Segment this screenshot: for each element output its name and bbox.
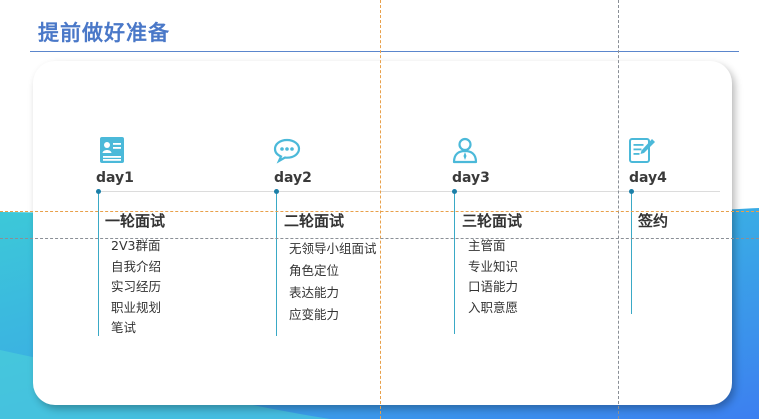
day3-line [454, 192, 455, 334]
id-card-icon [100, 137, 124, 163]
day1-dot [96, 189, 101, 194]
sign-document-icon [629, 138, 655, 163]
day3-stage-title: 三轮面试 [462, 212, 523, 230]
day3-dot [452, 189, 457, 194]
list-item: 无领导小组面试 [289, 241, 377, 256]
day1-line [98, 192, 99, 336]
day2-task-list: 无领导小组面试 角色定位 表达能力 应变能力 [289, 238, 377, 326]
list-item: 职业规划 [111, 299, 162, 315]
person-icon [452, 137, 478, 164]
day4-label: day4 [629, 170, 667, 186]
list-item: 笔试 [111, 320, 137, 335]
day1-stage-title: 一轮面试 [105, 212, 166, 230]
list-item: 表达能力 [289, 285, 340, 300]
day4-line [631, 192, 632, 314]
list-item: 入职意愿 [468, 299, 519, 315]
list-item: 角色定位 [289, 263, 340, 278]
timeline-rule [96, 191, 720, 192]
day3-task-list: 主管面 专业知识 口语能力 入职意愿 [468, 236, 518, 318]
day2-stage-title: 二轮面试 [284, 212, 345, 230]
content-card [33, 61, 732, 405]
list-item: 应变能力 [289, 307, 340, 322]
day3-label: day3 [452, 170, 490, 186]
day1-task-list: 2V3群面 自我介绍 实习经历 职业规划 笔试 [111, 236, 161, 339]
day4-dot [629, 189, 634, 194]
list-item: 自我介绍 [111, 258, 162, 274]
list-item: 口语能力 [468, 279, 519, 294]
day4-stage-title: 签约 [638, 212, 669, 230]
list-item: 主管面 [468, 238, 506, 253]
title-underline [30, 51, 739, 52]
list-item: 专业知识 [468, 258, 519, 274]
list-item: 2V3群面 [111, 238, 161, 253]
day2-dot [274, 189, 279, 194]
day1-label: day1 [96, 170, 134, 186]
day2-label: day2 [274, 170, 312, 186]
day2-line [276, 192, 277, 336]
list-item: 实习经历 [111, 279, 162, 294]
chat-bubble-icon [273, 138, 301, 164]
slide-title: 提前做好准备 [38, 21, 170, 45]
